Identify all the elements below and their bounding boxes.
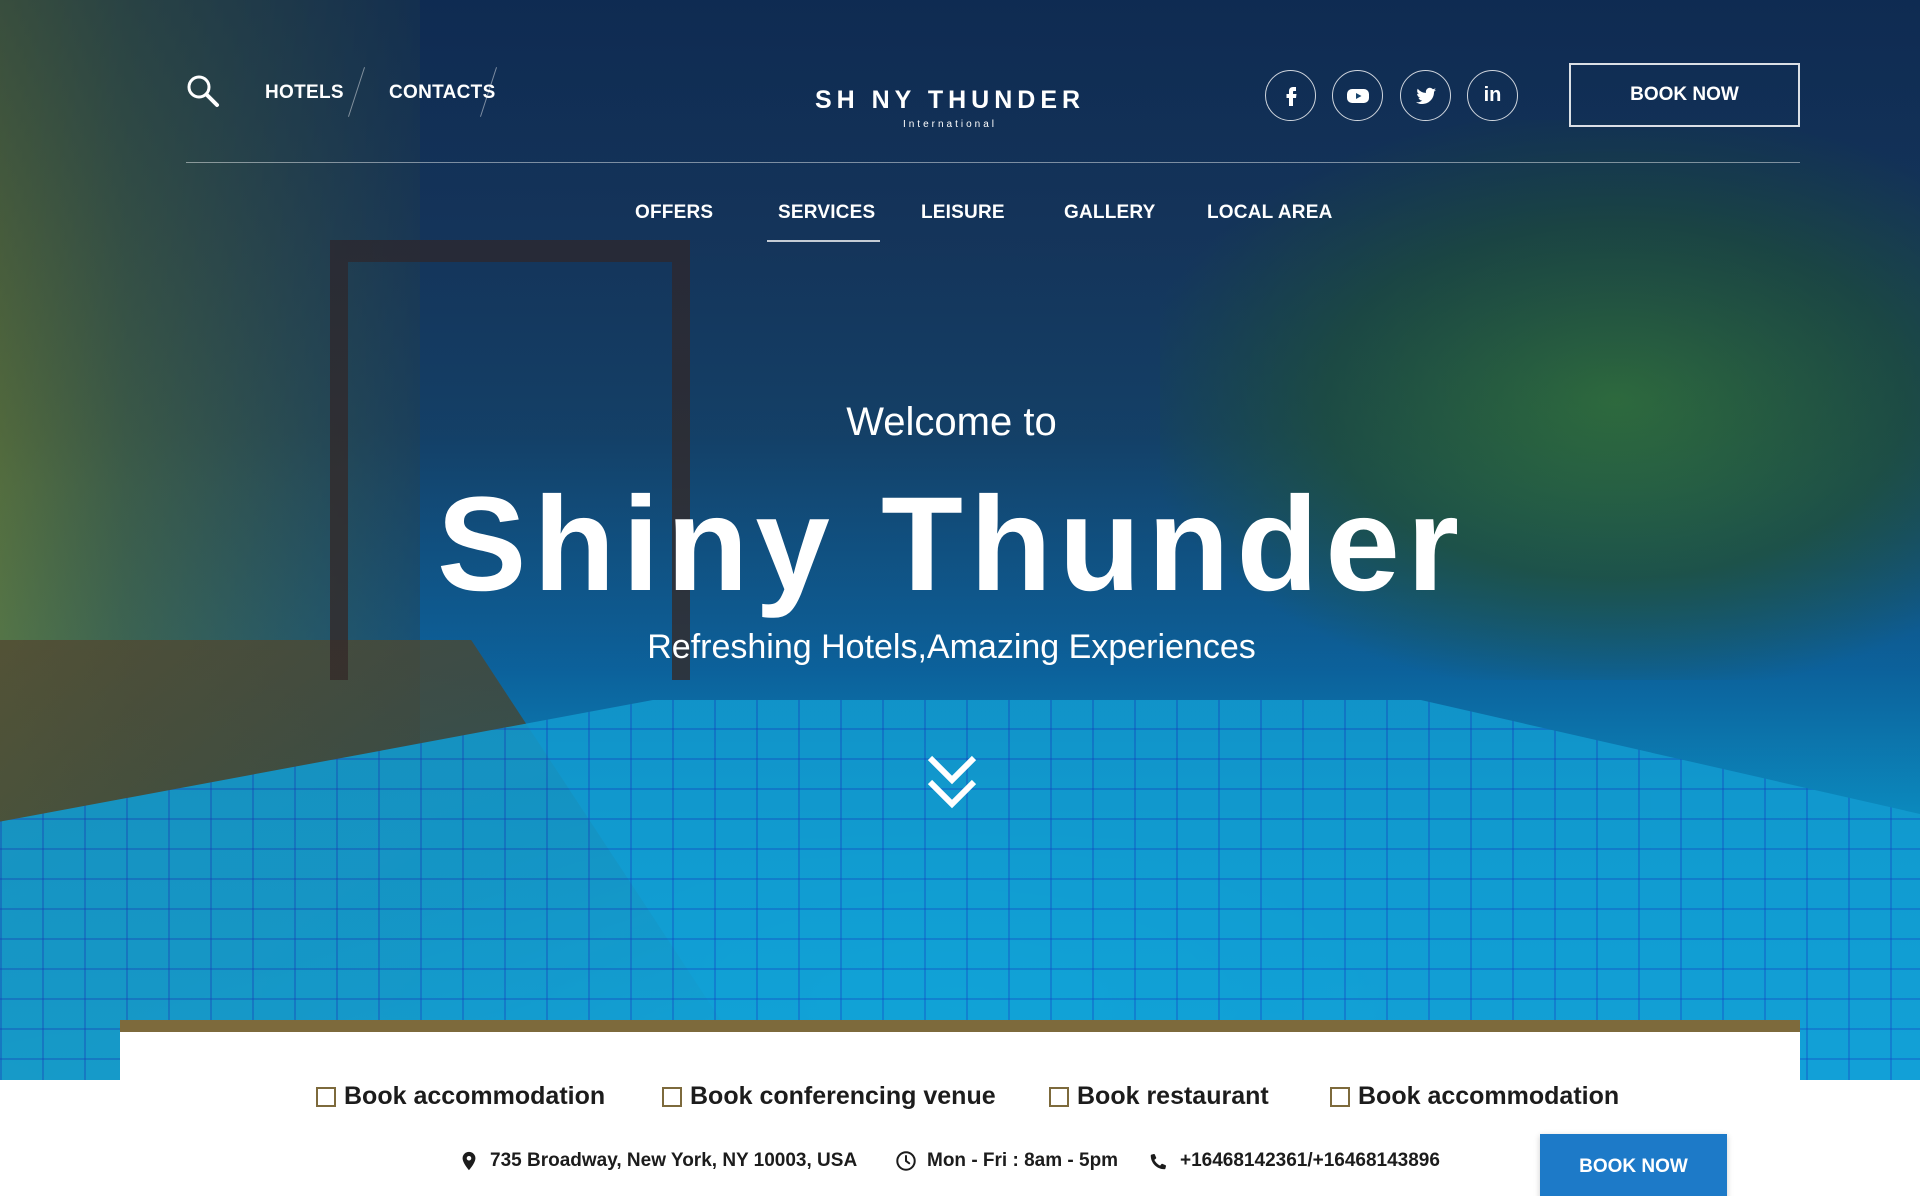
- checkbox[interactable]: [1049, 1086, 1069, 1107]
- option-label: Book conferencing venue: [690, 1082, 996, 1110]
- header-divider: [186, 162, 1800, 163]
- phone-info: +16468142361/+16468143896: [1148, 1150, 1440, 1172]
- facebook-icon: [1286, 86, 1296, 106]
- book-accommodation-option-2[interactable]: Book accommodation: [1330, 1082, 1619, 1111]
- checkbox[interactable]: [1330, 1086, 1350, 1107]
- nav-item-gallery[interactable]: GALLERY: [1064, 202, 1155, 224]
- nav-item-services[interactable]: SERVICES: [778, 202, 875, 224]
- booking-panel: Book accommodation Book conferencing ven…: [120, 1020, 1800, 1196]
- logo-title: SH NY THUNDER: [814, 86, 1086, 114]
- phone-icon: [1150, 1153, 1167, 1170]
- hours-info: Mon - Fri : 8am - 5pm: [895, 1150, 1118, 1172]
- twitter-button[interactable]: [1400, 70, 1451, 121]
- logo[interactable]: SH NY THUNDER International: [800, 86, 1100, 130]
- checkbox[interactable]: [316, 1086, 336, 1107]
- nav-item-offers[interactable]: OFFERS: [635, 202, 713, 224]
- address-text: 735 Broadway, New York, NY 10003, USA: [490, 1150, 858, 1171]
- linkedin-icon: in: [1483, 84, 1502, 106]
- location-pin-icon: [462, 1151, 476, 1171]
- search-icon[interactable]: [186, 74, 220, 108]
- hero-tagline: Refreshing Hotels,Amazing Experiences: [647, 628, 1256, 666]
- double-chevron-down-icon[interactable]: [926, 752, 978, 812]
- nav-item-leisure[interactable]: LEISURE: [921, 202, 1005, 224]
- nav-link-contacts[interactable]: CONTACTS: [389, 82, 496, 104]
- hours-text: Mon - Fri : 8am - 5pm: [927, 1150, 1119, 1171]
- clock-icon: [896, 1151, 916, 1171]
- hero-headline: Shiny Thunder: [437, 470, 1466, 619]
- phone-text: +16468142361/+16468143896: [1180, 1150, 1440, 1171]
- twitter-icon: [1415, 87, 1436, 104]
- book-now-button-header[interactable]: BOOK NOW: [1569, 63, 1800, 127]
- book-restaurant-option[interactable]: Book restaurant: [1049, 1082, 1269, 1111]
- facebook-button[interactable]: [1265, 70, 1316, 121]
- book-accommodation-option[interactable]: Book accommodation: [316, 1082, 605, 1111]
- main-navigation: OFFERS SERVICES LEISURE GALLERY LOCAL AR…: [0, 200, 1920, 244]
- nav-link-hotels[interactable]: HOTELS: [265, 82, 344, 104]
- option-label: Book accommodation: [1358, 1082, 1620, 1110]
- logo-subtitle: International: [902, 119, 998, 130]
- linkedin-button[interactable]: in: [1467, 70, 1518, 121]
- option-label: Book restaurant: [1077, 1082, 1269, 1110]
- address-info: 735 Broadway, New York, NY 10003, USA: [458, 1150, 857, 1172]
- nav-item-local-area[interactable]: LOCAL AREA: [1207, 202, 1333, 224]
- active-nav-underline: [767, 240, 880, 242]
- hero-welcome-text: Welcome to: [846, 400, 1057, 444]
- book-now-button[interactable]: BOOK NOW: [1540, 1134, 1727, 1196]
- book-conferencing-venue-option[interactable]: Book conferencing venue: [662, 1082, 996, 1111]
- top-navigation: HOTELS CONTACTS SH NY THUNDER Internatio…: [0, 0, 1920, 170]
- nav-divider: [347, 67, 366, 117]
- youtube-icon: [1346, 88, 1369, 103]
- checkbox[interactable]: [662, 1086, 682, 1107]
- option-label: Book accommodation: [344, 1082, 606, 1110]
- youtube-button[interactable]: [1332, 70, 1383, 121]
